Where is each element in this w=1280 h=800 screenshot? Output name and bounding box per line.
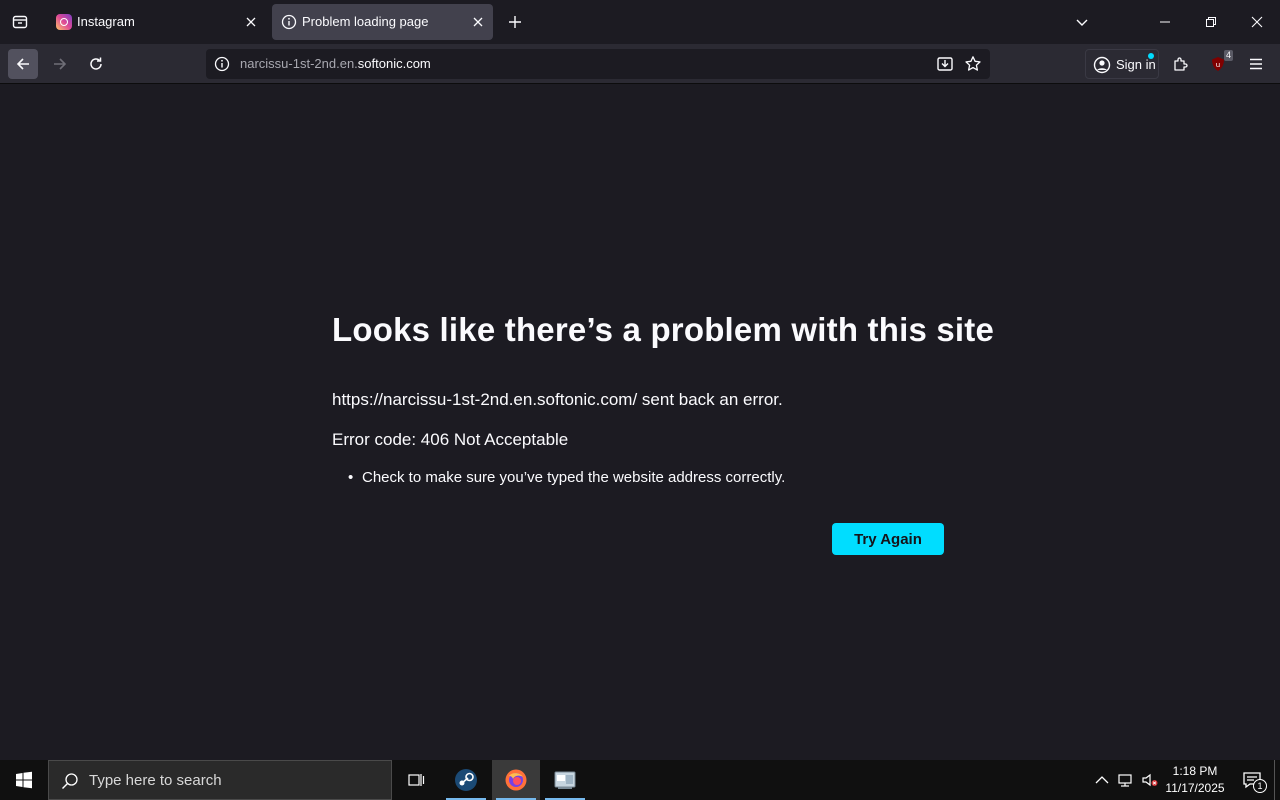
- arrow-right-icon: [54, 58, 67, 70]
- save-to-pocket-icon[interactable]: [936, 55, 954, 78]
- tab-title: Instagram: [77, 14, 135, 29]
- show-desktop-button[interactable]: [1274, 760, 1280, 800]
- bookmark-star-icon[interactable]: [964, 55, 982, 78]
- reload-icon: [90, 57, 102, 70]
- extension-badge: 4: [1223, 50, 1233, 61]
- volume-status[interactable]: [1138, 760, 1162, 800]
- minimize-button[interactable]: [1153, 10, 1177, 34]
- close-icon[interactable]: [242, 13, 260, 31]
- search-placeholder: Type here to search: [89, 772, 222, 789]
- instagram-icon: [56, 14, 72, 30]
- search-icon: [61, 772, 79, 795]
- error-suggestions: Check to make sure you’ve typed the webs…: [348, 469, 785, 486]
- new-tab-button[interactable]: [504, 11, 526, 33]
- steam-app[interactable]: [442, 760, 490, 800]
- show-hidden-icons-button[interactable]: [1090, 760, 1114, 800]
- tab-instagram[interactable]: Instagram: [44, 4, 266, 40]
- system-clock[interactable]: 1:18 PM 11/17/2025: [1162, 763, 1228, 797]
- account-icon: [1093, 56, 1111, 79]
- sign-in-button[interactable]: Sign in: [1085, 49, 1159, 79]
- error-code: Error code: 406 Not Acceptable: [332, 430, 569, 449]
- error-title: Looks like there’s a problem with this s…: [332, 311, 995, 348]
- clock-time: 1:18 PM: [1172, 764, 1218, 778]
- back-button[interactable]: [8, 49, 38, 79]
- url-bar[interactable]: narcissu-1st-2nd.en.softonic.com: [206, 49, 990, 79]
- url-text: narcissu-1st-2nd.en.softonic.com: [240, 56, 431, 71]
- navigation-toolbar: narcissu-1st-2nd.en.softonic.com Sign in…: [0, 44, 1280, 84]
- forward-button[interactable]: [45, 49, 75, 79]
- restore-button[interactable]: [1199, 10, 1223, 34]
- reload-button[interactable]: [81, 49, 111, 79]
- close-window-button[interactable]: [1245, 10, 1269, 34]
- network-icon: [1118, 774, 1132, 787]
- suggestion-item: Check to make sure you’ve typed the webs…: [348, 469, 785, 486]
- try-again-button[interactable]: Try Again: [832, 523, 944, 555]
- firefox-app[interactable]: [492, 760, 540, 800]
- site-info-icon[interactable]: [214, 56, 230, 77]
- tab-title: Problem loading page: [302, 14, 429, 29]
- network-status[interactable]: [1114, 760, 1138, 800]
- firefox-icon: [505, 769, 527, 791]
- extensions-button[interactable]: [1166, 49, 1196, 79]
- windows-logo-icon: [16, 771, 32, 789]
- error-description: https://narcissu-1st-2nd.en.softonic.com…: [332, 390, 783, 409]
- chevron-down-icon[interactable]: [1070, 10, 1094, 34]
- url-domain: softonic.com: [357, 56, 431, 71]
- sign-in-label: Sign in: [1116, 57, 1156, 72]
- svg-text:u: u: [1216, 61, 1220, 69]
- arrow-left-icon: [16, 58, 29, 70]
- notification-count: 1: [1253, 779, 1267, 793]
- start-button[interactable]: [0, 760, 48, 800]
- windows-taskbar: Type here to search 1:18 PM 11/17/2025 1: [0, 760, 1280, 800]
- task-view-icon: [408, 774, 425, 786]
- taskbar-search[interactable]: Type here to search: [48, 760, 392, 800]
- app-window-icon: [554, 771, 576, 789]
- firefox-view-icon[interactable]: [8, 10, 32, 34]
- hamburger-icon: [1250, 58, 1262, 70]
- chevron-up-icon: [1095, 776, 1109, 784]
- error-page: Looks like there’s a problem with this s…: [0, 85, 1280, 760]
- close-icon[interactable]: [469, 13, 487, 31]
- info-icon: [281, 14, 297, 35]
- volume-muted-icon: [1142, 773, 1158, 787]
- url-prefix: narcissu-1st-2nd.en.: [240, 56, 358, 71]
- ublock-origin-button[interactable]: u 4: [1203, 49, 1233, 79]
- tab-bar: Instagram Problem loading page: [0, 0, 1280, 44]
- pinned-app[interactable]: [541, 760, 589, 800]
- clock-date: 11/17/2025: [1165, 781, 1225, 795]
- steam-icon: [455, 769, 477, 791]
- task-view-button[interactable]: [392, 760, 440, 800]
- app-menu-button[interactable]: [1241, 49, 1271, 79]
- puzzle-icon: [1174, 57, 1188, 71]
- action-center-button[interactable]: 1: [1232, 760, 1272, 800]
- tab-problem-loading[interactable]: Problem loading page: [272, 4, 493, 40]
